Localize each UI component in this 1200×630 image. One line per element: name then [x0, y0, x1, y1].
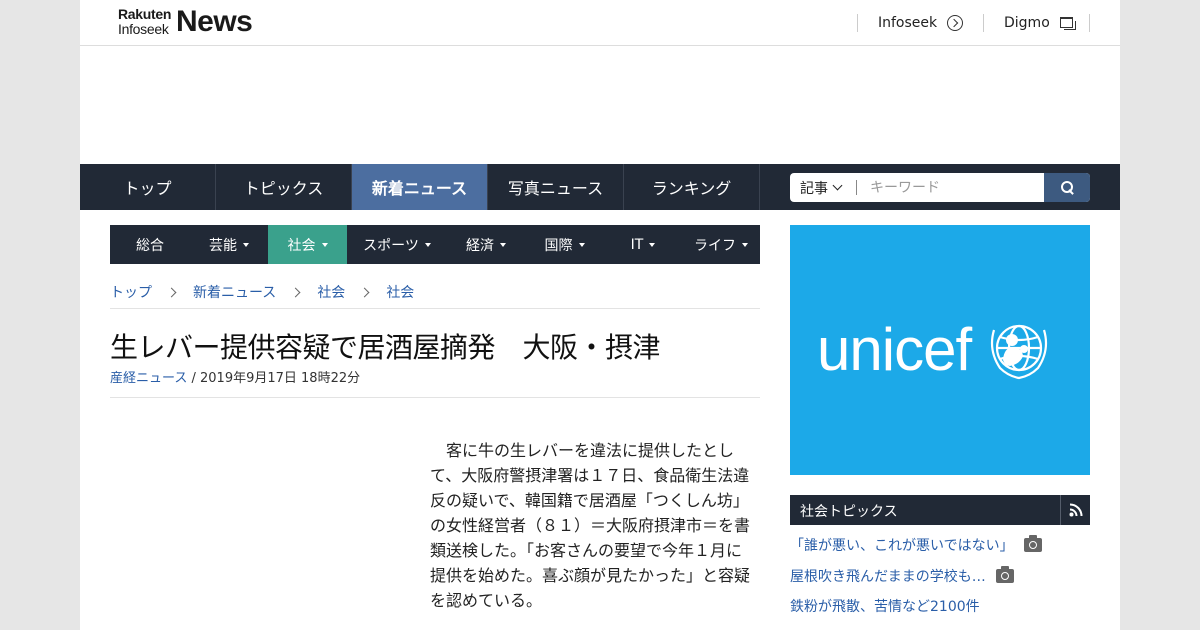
category-label: 経済 — [466, 237, 494, 254]
header-divider — [1089, 14, 1090, 32]
search-icon — [1060, 181, 1074, 194]
caret-down-icon — [424, 243, 431, 247]
breadcrumb-latest-news[interactable]: 新着ニュース — [193, 282, 276, 302]
category-life[interactable]: ライフ — [682, 225, 760, 264]
tab-topics[interactable]: トピックス — [216, 164, 352, 210]
divider — [110, 397, 760, 398]
tab-photo-news[interactable]: 写真ニュース — [488, 164, 624, 210]
rss-icon — [1069, 503, 1082, 517]
digmo-link-label: Digmo — [1004, 15, 1050, 31]
topic-text: 鉄粉が飛散、苦情など2100件 — [790, 599, 980, 615]
search-scope-select[interactable]: 記事 — [790, 173, 856, 202]
infoseek-link[interactable]: Infoseek — [878, 13, 964, 33]
tab-ranking[interactable]: ランキング — [624, 164, 760, 210]
category-society[interactable]: 社会 — [268, 225, 347, 264]
main-nav: トップ トピックス 新着ニュース 写真ニュース ランキング 記事 — [80, 164, 1120, 210]
header-divider — [857, 14, 858, 32]
caret-down-icon — [649, 243, 656, 247]
category-sports[interactable]: スポーツ — [347, 225, 447, 264]
header-divider — [983, 14, 984, 32]
category-label: 社会 — [287, 237, 316, 254]
window-icon — [1059, 17, 1076, 30]
chevron-down-icon — [832, 180, 843, 191]
unicef-ad-banner[interactable]: unicef — [790, 225, 1090, 475]
infoseek-link-label: Infoseek — [878, 15, 938, 31]
category-nav: 総合 芸能 社会 スポーツ 経済 国際 IT ライフ — [110, 225, 760, 264]
circle-arrow-icon — [947, 15, 964, 31]
search-input[interactable] — [860, 173, 1042, 202]
category-entertainment[interactable]: 芸能 — [190, 225, 268, 264]
page: Rakuten Infoseek News Infoseek Digmo トップ… — [80, 0, 1120, 630]
search-button[interactable] — [1044, 173, 1090, 202]
breadcrumb: トップ 新着ニュース 社会 社会 — [110, 282, 414, 302]
topic-text: 屋根吹き飛んだままの学校も… — [790, 569, 986, 585]
article-body: 客に牛の生レバーを違法に提供したとして、大阪府警摂津署は１７日、食品衛生法違反の… — [430, 441, 751, 610]
divider — [110, 308, 760, 309]
breadcrumb-society[interactable]: 社会 — [317, 282, 345, 302]
chevron-right-icon — [290, 287, 301, 297]
caret-down-icon — [742, 243, 748, 247]
caret-down-icon — [321, 243, 328, 247]
tab-top[interactable]: トップ — [80, 164, 216, 210]
caret-down-icon — [578, 243, 585, 247]
article-datetime: / 2019年9月17日 18時22分 — [187, 371, 361, 386]
category-label: スポーツ — [363, 237, 419, 254]
logo-brand: News — [176, 5, 253, 38]
topics-title: 社会トピックス — [800, 504, 898, 520]
digmo-link[interactable]: Digmo — [1004, 13, 1076, 33]
camera-icon — [995, 566, 1014, 583]
category-label: ライフ — [694, 237, 736, 254]
category-economy[interactable]: 経済 — [447, 225, 525, 264]
category-it[interactable]: IT — [604, 225, 682, 264]
caret-down-icon — [243, 243, 249, 247]
search-box: 記事 — [790, 173, 1090, 202]
breadcrumb-society-sub[interactable]: 社会 — [386, 282, 414, 302]
category-label: IT — [630, 236, 644, 253]
camera-icon — [1023, 535, 1042, 552]
category-label: 総合 — [136, 237, 164, 254]
article-meta: 産経ニュース / 2019年9月17日 18時22分 — [110, 367, 360, 386]
article-source-link[interactable]: 産経ニュース — [110, 371, 187, 386]
logo-line1: Rakuten — [118, 6, 172, 22]
article-title: 生レバー提供容疑で居酒屋摘発 大阪・摂津 — [110, 331, 661, 364]
rss-button[interactable] — [1060, 495, 1090, 525]
breadcrumb-top[interactable]: トップ — [110, 282, 152, 302]
rakuten-infoseek-news-logo[interactable]: Rakuten Infoseek News — [118, 5, 258, 40]
category-general[interactable]: 総合 — [110, 225, 190, 264]
chevron-right-icon — [166, 287, 177, 297]
topic-item[interactable]: 鉄粉が飛散、苦情など2100件 — [790, 596, 980, 616]
unicef-wordmark: unicef — [817, 316, 972, 383]
search-divider — [856, 180, 857, 195]
chevron-right-icon — [359, 287, 370, 297]
topic-item[interactable]: 屋根吹き飛んだままの学校も… — [790, 566, 1014, 586]
logo-line2: Infoseek — [118, 21, 169, 37]
unicef-emblem-icon — [990, 324, 1048, 380]
caret-down-icon — [500, 243, 506, 247]
category-international[interactable]: 国際 — [525, 225, 604, 264]
topic-item[interactable]: 「誰が悪い、これが悪いではない」 — [790, 535, 1042, 555]
category-label: 国際 — [544, 237, 573, 254]
search-scope-label: 記事 — [800, 180, 828, 197]
category-label: 芸能 — [209, 237, 237, 254]
site-header: Rakuten Infoseek News Infoseek Digmo — [80, 0, 1120, 46]
topic-text: 「誰が悪い、これが悪いではない」 — [790, 538, 1014, 554]
topics-header: 社会トピックス — [790, 495, 1090, 525]
tab-latest-news[interactable]: 新着ニュース — [352, 164, 488, 210]
